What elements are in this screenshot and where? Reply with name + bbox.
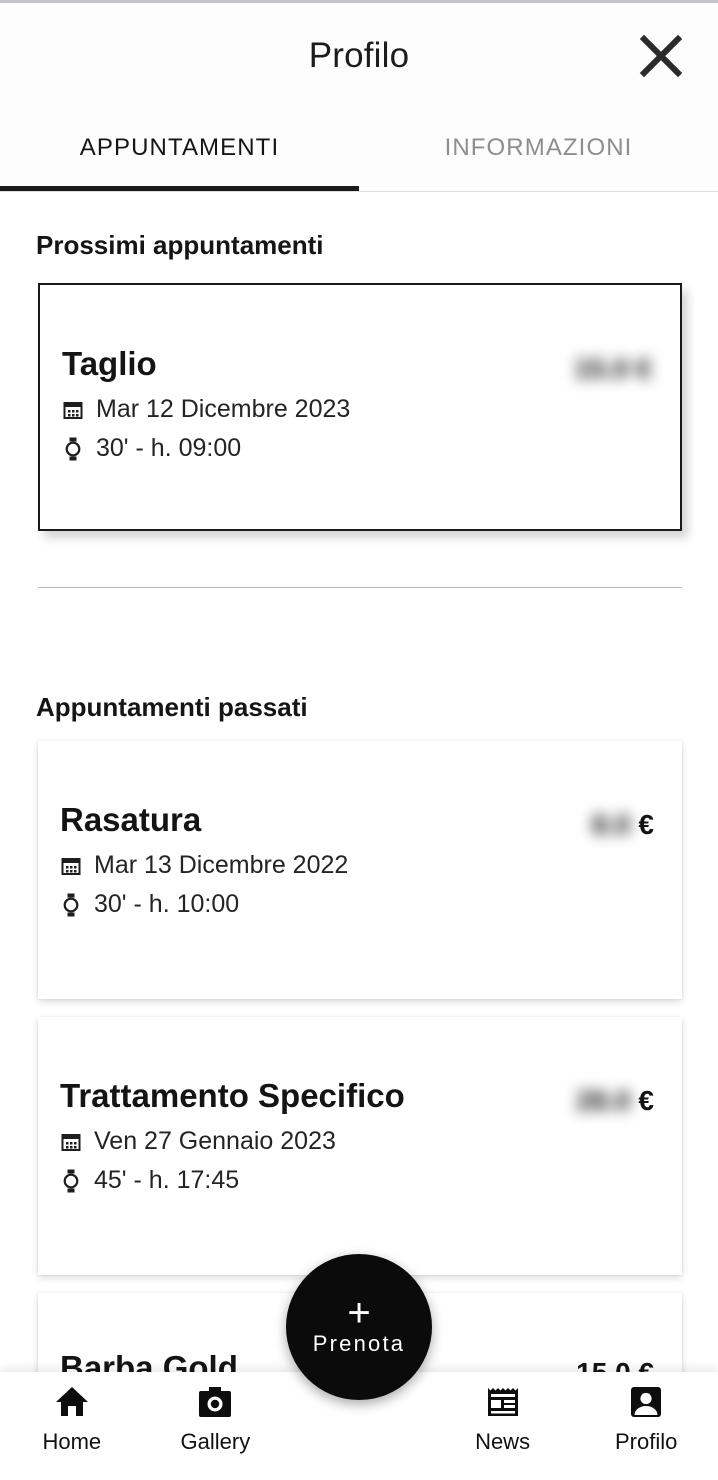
appointment-date-row: Ven 27 Gennaio 2023 [60, 1127, 654, 1156]
appointment-date: Mar 13 Dicembre 2022 [94, 851, 349, 879]
appointment-price: 15.0 € [574, 353, 652, 384]
nav-item-news[interactable]: News [431, 1382, 575, 1455]
appointment-card-upcoming[interactable]: Taglio 15.0 € Mar 12 Dicembre 2023 30' -… [38, 283, 682, 531]
nav-label-news: News [475, 1429, 531, 1454]
watch-icon [60, 1168, 82, 1194]
appointment-date: Ven 27 Gennaio 2023 [94, 1127, 336, 1155]
close-icon [638, 33, 684, 79]
appointments-scroll-area[interactable]: Prossimi appuntamenti Taglio 15.0 € Mar … [0, 192, 718, 1372]
appointment-time: 45' - h. 17:45 [94, 1166, 240, 1194]
calendar-icon [62, 397, 84, 423]
appointment-price: 15.0 € [576, 1351, 654, 1372]
appointment-card-past-2[interactable]: Trattamento Specifico 28.0 € Ven 27 Genn… [38, 1017, 682, 1275]
tab-informazioni[interactable]: INFORMAZIONI [359, 108, 718, 192]
calendar-icon [60, 853, 82, 879]
camera-icon [196, 1382, 234, 1422]
nav-label-home: Home [42, 1429, 102, 1454]
prenota-fab-button[interactable]: + Prenota [286, 1254, 432, 1400]
calendar-icon [60, 1129, 82, 1155]
appointment-time-row: 30' - h. 09:00 [62, 434, 652, 463]
appointment-title: Barba Gold [60, 1349, 238, 1372]
appointment-date-row: Mar 12 Dicembre 2023 [62, 395, 652, 424]
appointment-title: Rasatura [60, 801, 202, 838]
appointment-time: 30' - h. 09:00 [96, 434, 242, 462]
watch-icon [60, 892, 82, 918]
newspaper-icon [485, 1382, 521, 1422]
appointment-price-currency: € [638, 1085, 654, 1116]
appointment-date: Mar 12 Dicembre 2023 [96, 395, 351, 423]
appointment-title: Trattamento Specifico [60, 1077, 405, 1114]
home-icon [54, 1382, 90, 1422]
appointment-price-currency: € [638, 809, 654, 840]
tab-active-indicator [0, 186, 359, 191]
nav-label-gallery: Gallery [180, 1429, 251, 1454]
watch-icon [62, 436, 84, 462]
appointment-time-row: 30' - h. 10:00 [60, 890, 654, 919]
page-title: Profilo [308, 35, 410, 75]
nav-label-profilo: Profilo [614, 1429, 678, 1454]
tab-appuntamenti[interactable]: APPUNTAMENTI [0, 108, 359, 192]
tab-bar: APPUNTAMENTI INFORMAZIONI [0, 108, 718, 192]
nav-item-gallery[interactable]: Gallery [144, 1382, 288, 1455]
appointment-time-row: 45' - h. 17:45 [60, 1166, 654, 1195]
section-title-upcoming: Prossimi appuntamenti [36, 230, 324, 260]
appointment-card-past-1[interactable]: Rasatura 8.0 € Mar 13 Dicembre 2022 30' … [38, 741, 682, 999]
appointment-price: 8.0 € [592, 803, 654, 841]
appointment-price: 28.0 € [576, 1079, 654, 1117]
fab-label: Prenota [312, 1331, 406, 1356]
section-title-past: Appuntamenti passati [36, 692, 308, 722]
appointment-date-row: Mar 13 Dicembre 2022 [60, 851, 654, 880]
appointment-price-amount: 8.0 [591, 809, 631, 840]
plus-icon: + [347, 1291, 371, 1335]
appointment-title: Taglio [62, 345, 157, 382]
appointment-time: 30' - h. 10:00 [94, 890, 240, 918]
nav-item-home[interactable]: Home [0, 1382, 144, 1455]
person-badge-icon [629, 1382, 663, 1422]
close-button[interactable] [630, 25, 692, 87]
header-bar: Profilo [0, 3, 718, 108]
nav-item-profilo[interactable]: Profilo [574, 1382, 718, 1455]
appointment-price-amount: 28.0 [576, 1085, 631, 1116]
